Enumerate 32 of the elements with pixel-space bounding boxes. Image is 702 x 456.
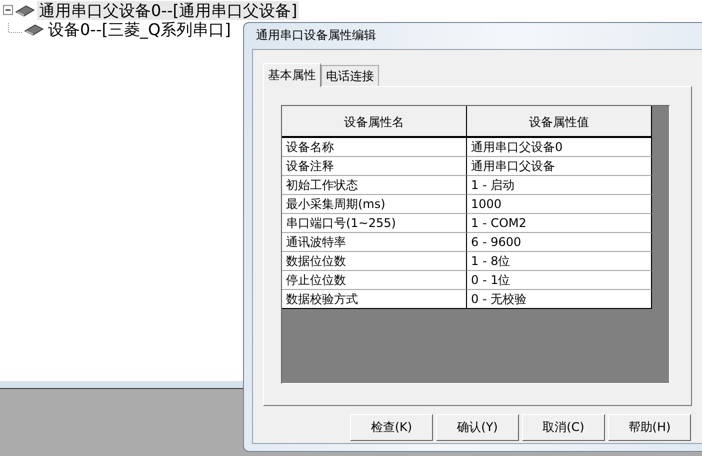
- table-cell: 0 - 1位: [467, 271, 652, 290]
- tree-item[interactable]: 设备0--[三菱_Q系列串口]: [46, 20, 233, 39]
- table-cell: 停止位位数: [282, 271, 467, 290]
- table-cell: 设备名称: [282, 138, 467, 157]
- dialog-button[interactable]: 检查(K): [350, 414, 433, 441]
- table-cell: 1000: [467, 195, 652, 214]
- table-cell: 通讯波特率: [282, 233, 467, 252]
- table-cell: 数据校验方式: [282, 290, 467, 309]
- chip-icon: [24, 24, 44, 36]
- table-cell: 6 - 9600: [467, 233, 652, 252]
- table-cell: 通用串口父设备0: [467, 138, 652, 157]
- table-cell: 1 - 启动: [467, 176, 652, 195]
- table-cell: 数据位位数: [282, 252, 467, 271]
- dialog-button[interactable]: 帮助(H): [608, 414, 691, 441]
- column-header[interactable]: 设备属性值: [467, 106, 652, 138]
- table-cell: 初始工作状态: [282, 176, 467, 195]
- collapse-icon[interactable]: [3, 5, 14, 16]
- table-cell: 串口端口号(1~255): [282, 214, 467, 233]
- table-cell: 1 - COM2: [467, 214, 652, 233]
- tree-item[interactable]: 通用串口父设备0--[通用串口父设备]: [37, 1, 300, 20]
- chip-icon: [15, 4, 35, 16]
- table-cell: 通用串口父设备: [467, 157, 652, 176]
- dialog-button[interactable]: 确认(Y): [436, 414, 519, 441]
- table-cell: 0 - 无校验: [467, 290, 652, 309]
- tab[interactable]: 基本属性: [263, 63, 321, 87]
- table-cell: 1 - 8位: [467, 252, 652, 271]
- column-header[interactable]: 设备属性名: [282, 106, 467, 138]
- table-cell: 最小采集周期(ms): [282, 195, 467, 214]
- table-cell: 设备注释: [282, 157, 467, 176]
- tab[interactable]: 电话连接: [321, 65, 379, 86]
- dialog-button[interactable]: 取消(C): [522, 414, 605, 441]
- dialog-title: 通用串口设备属性编辑: [255, 27, 377, 44]
